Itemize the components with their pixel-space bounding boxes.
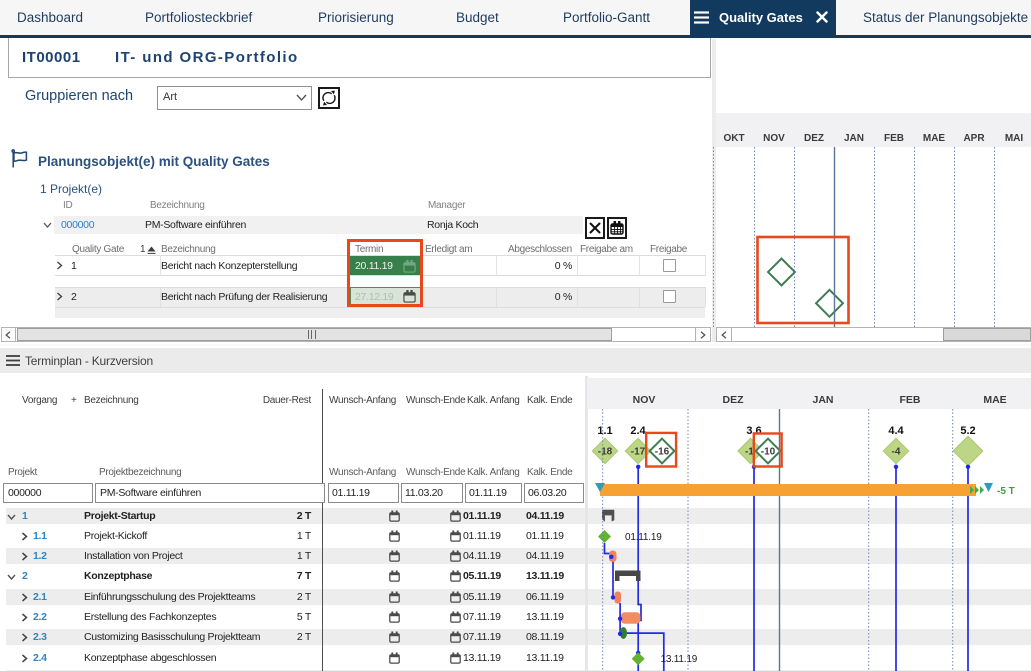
svg-text:-16: -16 <box>655 447 670 458</box>
svg-text:-18: -18 <box>598 447 613 458</box>
svg-text:01.11.19: 01.11.19 <box>625 532 662 543</box>
svg-text:NOV: NOV <box>633 394 656 406</box>
svg-text:-10: -10 <box>761 447 776 458</box>
svg-text:MAE: MAE <box>983 394 1006 406</box>
svg-text:-5 T: -5 T <box>997 486 1015 497</box>
svg-text:-17: -17 <box>631 447 646 458</box>
svg-text:MAI: MAI <box>1005 133 1024 144</box>
svg-text:JAN: JAN <box>844 133 864 144</box>
svg-text:JAN: JAN <box>812 394 833 406</box>
svg-text:4.4: 4.4 <box>888 425 904 437</box>
svg-text:5.2: 5.2 <box>960 425 975 437</box>
svg-text:NOV: NOV <box>763 133 785 144</box>
svg-text:DEZ: DEZ <box>804 133 824 144</box>
svg-text:-4: -4 <box>892 447 901 458</box>
svg-text:FEB: FEB <box>900 394 921 406</box>
svg-text:FEB: FEB <box>884 133 904 144</box>
svg-text:13.11.19: 13.11.19 <box>661 654 698 665</box>
svg-text:1.1: 1.1 <box>597 425 612 437</box>
svg-text:OKT: OKT <box>723 133 744 144</box>
svg-text:MAE: MAE <box>923 133 946 144</box>
svg-text:APR: APR <box>963 133 985 144</box>
svg-text:2.4: 2.4 <box>630 425 646 437</box>
svg-text:DEZ: DEZ <box>723 394 745 406</box>
